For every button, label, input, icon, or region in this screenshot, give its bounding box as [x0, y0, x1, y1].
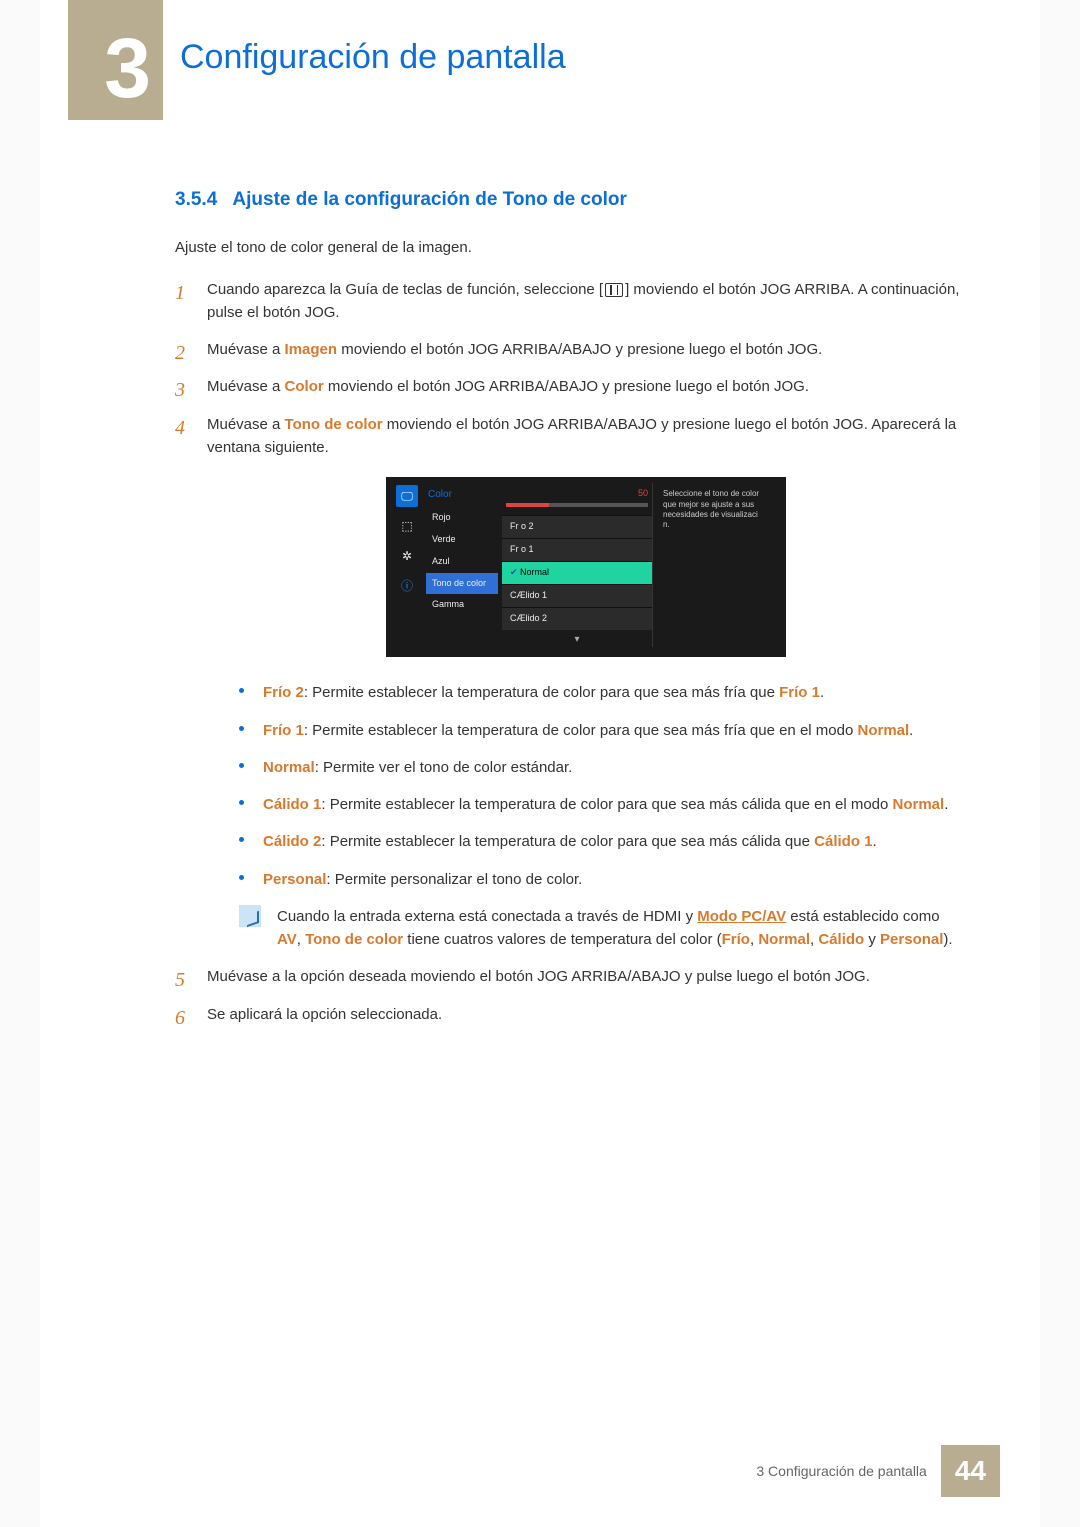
chapter-tab: 3 — [68, 0, 163, 120]
steps-list: Cuando aparezca la Guía de teclas de fun… — [175, 278, 965, 1026]
osd-figure: 🖵 ⬚ ✲ ⓘ Color Rojo Verde Azul Tono de co… — [386, 477, 786, 657]
osd-menu-item-selected: Tono de color — [426, 573, 498, 595]
section-title: Ajuste de la configuración de Tono de co… — [232, 189, 626, 210]
page-footer: 3 Configuración de pantalla 44 — [756, 1445, 1000, 1497]
osd-rail: 🖵 ⬚ ✲ ⓘ — [392, 483, 422, 647]
osd-menu: Color Rojo Verde Azul Tono de color Gamm… — [422, 483, 502, 647]
osd-option: CÆlido 1 — [502, 584, 652, 607]
section-heading: 3.5.4 Ajuste de la configuración de Tono… — [175, 185, 965, 214]
osd-menu-item: Gamma — [426, 594, 498, 616]
osd-menu-item: Rojo — [426, 507, 498, 529]
options-bullet-list: Frío 2: Permite establecer la temperatur… — [239, 681, 965, 891]
monitor-icon: 🖵 — [396, 485, 418, 507]
bullet-item: Frío 2: Permite establecer la temperatur… — [239, 681, 965, 704]
step-item: Muévase a Color moviendo el botón JOG AR… — [175, 375, 965, 398]
osd-option: Fr o 1 — [502, 538, 652, 561]
footer-label: 3 Configuración de pantalla — [756, 1463, 940, 1479]
intro-text: Ajuste el tono de color general de la im… — [175, 236, 965, 259]
bullet-item: Cálido 1: Permite establecer la temperat… — [239, 793, 965, 816]
note-text: Cuando la entrada externa está conectada… — [277, 905, 965, 952]
menu-icon — [605, 283, 623, 297]
osd-slider — [506, 503, 648, 507]
osd-option: Fr o 2 — [502, 515, 652, 538]
step-item: Muévase a Imagen moviendo el botón JOG A… — [175, 338, 965, 361]
chevron-down-icon: ▾ — [502, 630, 652, 648]
step-item: Se aplicará la opción seleccionada. — [175, 1003, 965, 1026]
chapter-number: 3 — [104, 26, 151, 110]
osd-help-text: Seleccione el tono de color que mejor se… — [652, 483, 772, 647]
osd-option-selected: Normal — [502, 561, 652, 584]
bullet-item: Personal: Permite personalizar el tono d… — [239, 868, 965, 891]
osd-menu-title: Color — [426, 483, 498, 507]
step-item: Muévase a Tono de color moviendo el botó… — [175, 413, 965, 952]
chapter-title: Configuración de pantalla — [180, 38, 566, 77]
bullet-item: Normal: Permite ver el tono de color est… — [239, 756, 965, 779]
bullet-item: Cálido 2: Permite establecer la temperat… — [239, 830, 965, 853]
target-icon: ⬚ — [396, 515, 418, 537]
page-number: 44 — [941, 1445, 1000, 1497]
note-icon — [239, 905, 261, 927]
bullet-item: Frío 1: Permite establecer la temperatur… — [239, 719, 965, 742]
step-item: Muévase a la opción deseada moviendo el … — [175, 965, 965, 988]
osd-slider-value: 50 — [502, 487, 652, 501]
page-content: 3.5.4 Ajuste de la configuración de Tono… — [175, 185, 965, 1040]
osd-option: CÆlido 2 — [502, 607, 652, 630]
section-number: 3.5.4 — [175, 189, 217, 210]
step-item: Cuando aparezca la Guía de teclas de fun… — [175, 278, 965, 325]
info-icon: ⓘ — [396, 575, 418, 597]
gear-icon: ✲ — [396, 545, 418, 567]
osd-options: 50 Fr o 2 Fr o 1 Normal CÆlido 1 CÆlido … — [502, 483, 652, 647]
osd-menu-item: Verde — [426, 529, 498, 551]
osd-menu-item: Azul — [426, 551, 498, 573]
note-block: Cuando la entrada externa está conectada… — [239, 905, 965, 952]
